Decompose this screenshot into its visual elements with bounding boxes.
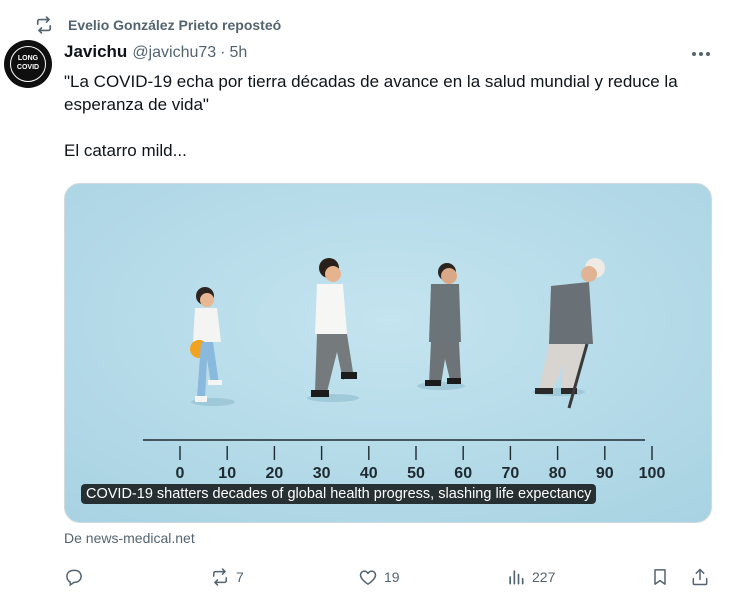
ruler-label: 30 — [313, 465, 331, 482]
avatar[interactable]: LONG COVID — [4, 40, 52, 88]
tweet-text-quote: "La COVID-19 echa por tierra décadas de … — [64, 72, 678, 114]
ruler-label: 80 — [549, 465, 567, 482]
tweet-text: "La COVID-19 echa por tierra décadas de … — [64, 70, 724, 185]
like-count: 19 — [384, 569, 400, 585]
separator-dot: · — [220, 44, 226, 61]
share-button[interactable] — [690, 563, 710, 591]
media-card[interactable]: 0 10 20 30 40 50 60 70 80 90 100 COVID-19 shatters… — [64, 183, 712, 523]
views-icon — [509, 570, 524, 585]
retweet-icon — [213, 568, 227, 586]
author-name[interactable]: Javichu — [64, 42, 127, 62]
views-count: 227 — [532, 569, 556, 585]
repost-text: Evelio González Prieto reposteó — [68, 17, 282, 33]
tweet-text-comment: El catarro mild... — [64, 141, 187, 160]
author-handle[interactable]: @javichu73 — [132, 44, 216, 62]
ruler-label: 60 — [454, 465, 472, 482]
reply-button[interactable] — [64, 563, 84, 591]
ruler-label: 10 — [218, 465, 236, 482]
like-button[interactable]: 19 — [358, 563, 400, 591]
avatar-text-line1: LONG — [17, 55, 39, 62]
tweet-time[interactable]: 5h — [229, 44, 247, 62]
ruler-label: 50 — [407, 465, 425, 482]
retweet-button[interactable]: 7 — [210, 563, 244, 591]
share-icon — [692, 568, 708, 586]
action-bar: 7 19 227 — [64, 563, 716, 591]
tweet-header: Javichu @javichu73 · 5h — [64, 42, 247, 64]
ruler-label: 90 — [596, 465, 614, 482]
photo-figures: 0 10 20 30 40 50 60 70 80 90 100 — [65, 184, 711, 522]
heart-icon — [359, 570, 377, 585]
reply-icon — [66, 569, 82, 587]
link-source[interactable]: De news-medical.net — [64, 530, 195, 546]
more-options-button[interactable] — [688, 44, 714, 64]
views-button[interactable]: 227 — [506, 563, 555, 591]
repost-context[interactable]: Evelio González Prieto reposteó — [34, 14, 281, 36]
retweet-count: 7 — [236, 569, 244, 585]
ruler-label: 20 — [266, 465, 284, 482]
avatar-text-line2: COVID — [16, 64, 40, 71]
more-icon — [692, 52, 710, 56]
ruler-label: 0 — [176, 465, 185, 482]
ruler-label: 70 — [502, 465, 520, 482]
bookmark-icon — [654, 569, 666, 585]
ruler-label: 100 — [639, 465, 666, 482]
bookmark-button[interactable] — [650, 563, 670, 591]
repost-icon — [34, 15, 54, 35]
media-caption: COVID-19 shatters decades of global heal… — [81, 484, 597, 504]
ruler-label: 40 — [360, 465, 378, 482]
